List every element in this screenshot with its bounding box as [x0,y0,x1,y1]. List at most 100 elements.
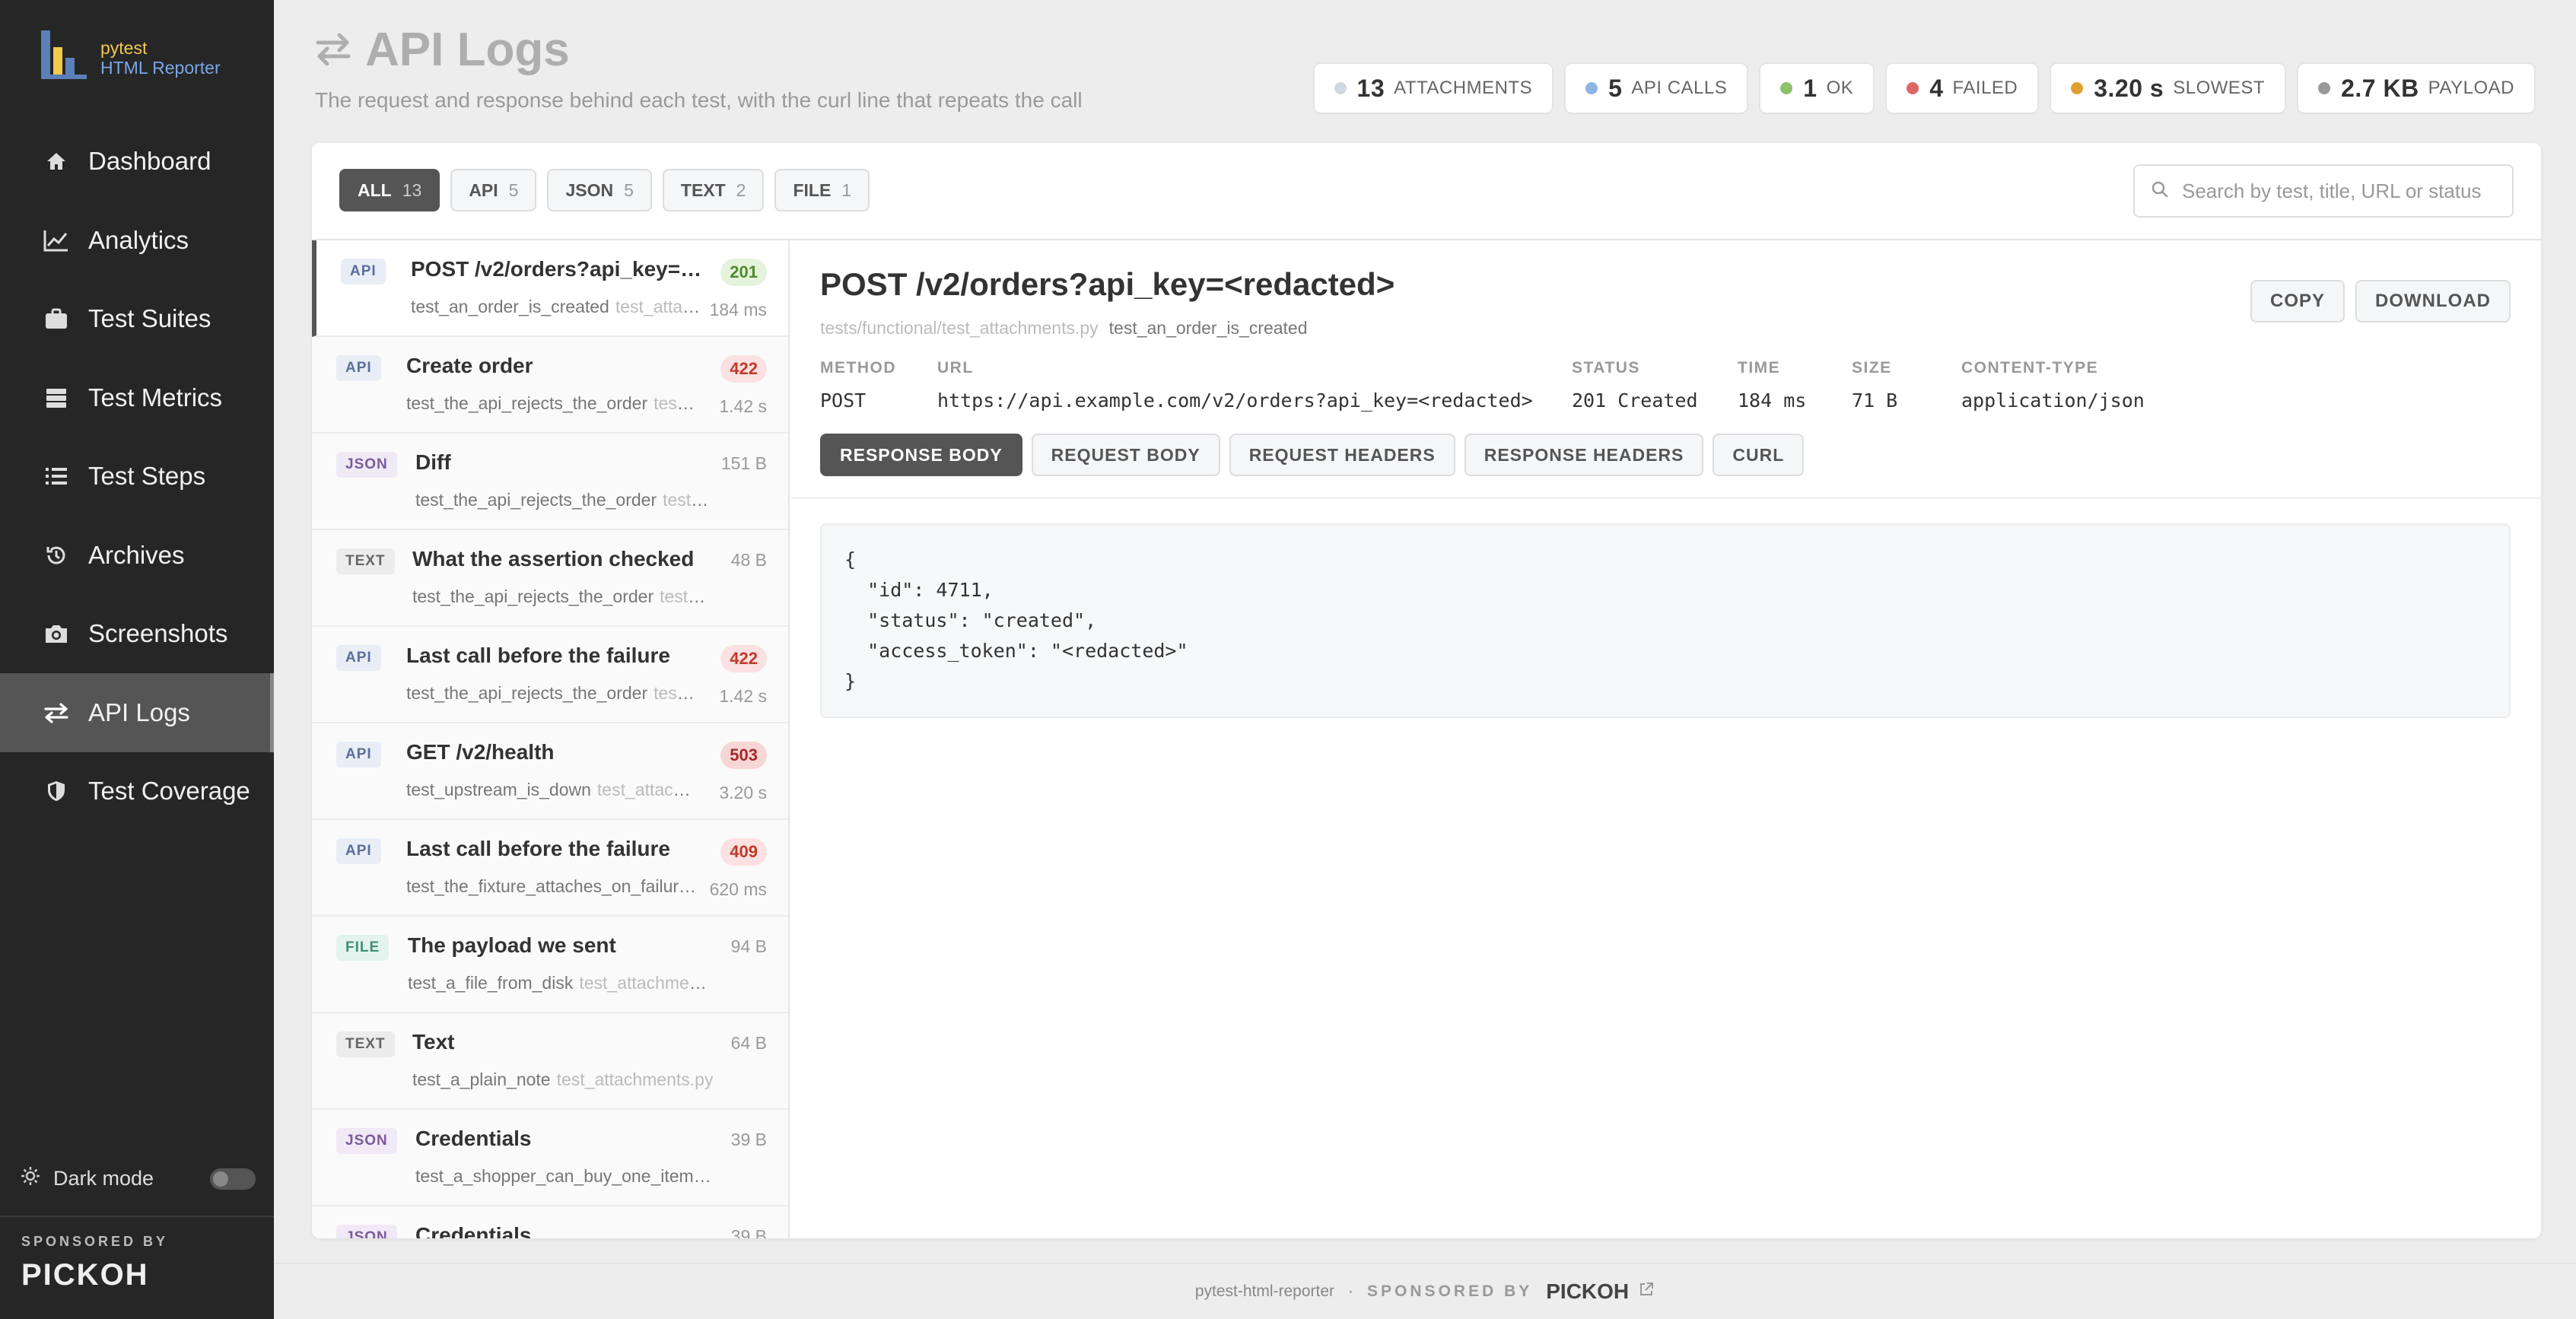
filter-label: FILE [793,180,832,200]
status-dot-icon [1780,82,1793,94]
sidebar-item-test-suites[interactable]: Test Suites [0,279,274,358]
meta-value: 184 ms [1738,389,1807,412]
detail-title: POST /v2/orders?api_key=<redacted> [820,266,1395,302]
filter-count: 5 [508,180,519,200]
list-icon [41,461,72,491]
list-item-title: POST /v2/orders?api_key=<redacted> [411,257,703,281]
meta-key: CONTENT-TYPE [1961,359,2099,377]
sponsor-logo[interactable]: PICKOH [21,1258,149,1292]
sidebar-item-screenshots[interactable]: Screenshots [0,594,274,673]
type-badge: FILE [336,935,390,961]
filter-file[interactable]: FILE 1 [774,169,870,211]
list-item-file: test_attachments.py [556,1070,714,1089]
tab-curl[interactable]: CURL [1713,434,1805,476]
list-item-title: Last call before the failure [406,837,670,860]
list-item[interactable]: TEXT Text test_a_plain_note test_attachment… [312,1013,788,1110]
list-item-subtitle: test_the_api_rejects_the_order test_attac… [406,683,698,704]
list-item[interactable]: FILE The payload we sent test_a_file_from_… [312,917,788,1013]
tab-response-body[interactable]: RESPONSE BODY [820,434,1022,476]
list-item-size: 48 B [730,550,767,570]
status-badge: 422 [720,355,767,383]
dark-mode-toggle[interactable] [210,1168,256,1190]
list-item[interactable]: API Create order test_the_api_rejects_the_… [312,337,788,434]
meta-value: 71 B [1852,389,1898,412]
sidebar-item-label: Archives [88,540,185,569]
list-item-subtitle: test_a_file_from_disktest_attachments.py [408,973,714,993]
sidebar-item-dashboard[interactable]: Dashboard [0,122,274,201]
stat-value: 13 [1356,74,1385,102]
search-box[interactable] [2133,164,2514,218]
list-item[interactable]: API GET /v2/health test_upstream_is_down te… [312,723,788,820]
list-item-title: Last call before the failure [406,644,670,667]
list-item-title: Text [412,1030,455,1054]
detail-file-path: tests/functional/test_attachments.py [820,318,1099,338]
sidebar-item-archives[interactable]: Archives [0,516,274,595]
status-badge: 422 [720,645,767,672]
download-button[interactable]: DOWNLOAD [2355,280,2511,323]
sun-icon [20,1165,41,1192]
list-item[interactable]: API Last call before the failure test_the_… [312,627,788,723]
brand[interactable]: pytest HTML Reporter [41,30,221,79]
list-item[interactable]: JSONCredentialstest_a_shopper_can_buy_on… [312,1206,788,1238]
stat-value: 5 [1608,74,1623,102]
footer-separator: · [1348,1282,1354,1300]
list-item[interactable]: JSON Diff test_the_api_rejects_the_order te… [312,434,788,530]
sidebar-item-analytics[interactable]: Analytics [0,201,274,280]
list-item-subtitle: test_the_api_rejects_the_order test_attac… [412,586,714,607]
type-badge: JSON [336,1128,397,1154]
sidebar-item-api-logs[interactable]: API Logs [0,672,274,752]
meta-status: STATUS 201 Created [1572,359,1698,412]
footer-product[interactable]: pytest-html-reporter [1195,1282,1334,1301]
meta-value: application/json [1961,389,2145,412]
list-item-test: test_an_order_is_created [411,297,609,316]
status-dot-icon [1334,82,1347,94]
footer-sponsor-logo[interactable]: PICKOH [1546,1279,1629,1304]
filter-all[interactable]: ALL 13 [339,169,440,211]
stat-label: PAYLOAD [2428,78,2514,98]
list-item[interactable]: TEXT What the assertion checked test_the_a… [312,530,788,627]
exchange-icon [41,698,72,728]
list-item-subtitle: test_a_plain_note test_attachments.py [412,1070,713,1090]
list-item-time: 3.20 s [719,783,767,803]
meta-value: 201 Created [1572,389,1698,412]
tab-request-headers[interactable]: REQUEST HEADERS [1229,434,1455,476]
sidebar-item-test-metrics[interactable]: Test Metrics [0,358,274,437]
stat-payload: 2.7 KB PAYLOAD [2297,62,2536,114]
filter-count: 13 [402,180,422,200]
list-item[interactable]: API Last call before the failure test_the_… [312,820,788,917]
filter-chips: ALL 13 API 5 JSON 5 TEXT 2 FILE 1 [339,169,870,211]
list-item-file: test_attachments.py [654,393,698,413]
exchange-icon [315,23,351,77]
list-item-title: Credentials [415,1127,532,1150]
filter-json[interactable]: JSON 5 [547,169,652,211]
list-item-test: test_the_api_rejects_the_order [415,490,657,510]
stat-value: 1 [1803,74,1818,102]
sidebar-item-test-steps[interactable]: Test Steps [0,437,274,516]
search-input[interactable] [2182,179,2501,203]
external-link-icon[interactable] [1638,1281,1655,1302]
list-item-test: test_the_api_rejects_the_order [406,683,648,703]
meta-value: https://api.example.com/v2/orders?api_ke… [937,389,1533,412]
filter-label: ALL [358,180,392,200]
stat-value: 3.20 s [2094,74,2164,102]
filter-text[interactable]: TEXT 2 [662,169,765,211]
sidebar-item-label: Dashboard [88,147,211,175]
list-item-size: 151 B [720,453,767,473]
list-item[interactable]: JSONCredentialstest_a_shopper_can_buy_on… [312,1110,788,1206]
server-icon [41,383,72,413]
tab-request-body[interactable]: REQUEST BODY [1031,434,1220,476]
copy-button[interactable]: COPY [2250,280,2345,323]
tab-response-headers[interactable]: RESPONSE HEADERS [1464,434,1704,476]
status-dot-icon [2318,82,2331,94]
list-item-file: test_attachments.py [596,780,698,799]
meta-value: POST [820,389,867,412]
list-item-title: Credentials [415,1223,532,1238]
sidebar-item-test-coverage[interactable]: Test Coverage [0,752,274,831]
stat-value: 4 [1929,74,1944,102]
list-item-subtitle: test_the_fixture_attaches_on_failuretest… [406,876,698,897]
list-item[interactable]: API POST /v2/orders?api_key=<redacted>tes… [312,240,788,337]
page-subtitle: The request and response behind each tes… [315,88,1083,112]
meta-method: METHOD POST [820,359,896,412]
status-badge: 201 [720,259,767,286]
filter-api[interactable]: API 5 [450,169,537,211]
